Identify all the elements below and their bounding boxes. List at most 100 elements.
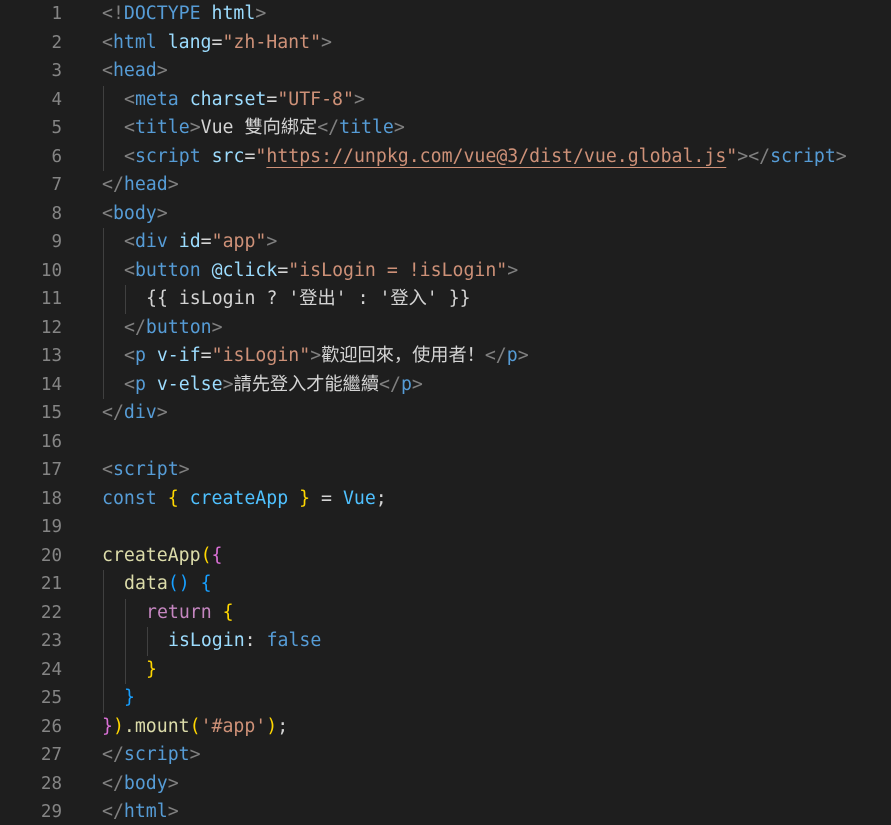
code-token: > [393, 117, 405, 138]
line-number: 27 [40, 745, 62, 765]
code-line[interactable]: 15 </div> [0, 399, 891, 428]
code-line[interactable]: 29 </html> [0, 798, 891, 825]
code-line[interactable]: 2 <html lang="zh-Hant"> [0, 29, 891, 58]
code-text: {{ isLogin ? '登出' : '登入' }} [146, 285, 471, 314]
code-token: title [339, 117, 394, 138]
code-token: body [112, 202, 157, 224]
code-line[interactable]: 19 [0, 513, 891, 542]
code-text: </script> [102, 741, 201, 770]
code-line[interactable]: 5 <title>Vue 雙向綁定</title> [0, 114, 891, 143]
code-line[interactable]: 14 <p v-else>請先登入才能繼續</p> [0, 370, 891, 399]
code-token: = [244, 145, 256, 167]
indent-guide [103, 570, 104, 599]
code-line[interactable]: 6 <script src="https://unpkg.com/vue@3/di… [0, 142, 891, 172]
code-text: <html lang="zh-Hant"> [102, 29, 332, 58]
line-number: 4 [51, 89, 62, 110]
code-text: <button @click="isLogin = !isLogin"> [124, 257, 518, 286]
indent-guide [103, 114, 104, 143]
indent-guide [147, 627, 148, 656]
code-token: > [156, 60, 168, 81]
code-token: v-if [156, 345, 201, 366]
editor-lines: 1 <!DOCTYPE html> 2 <html lang="zh-Hant"> 3 <… [0, 0, 891, 825]
indent-guide [103, 85, 104, 114]
code-line[interactable]: 10 <button @click="isLogin = !isLogin"> [0, 256, 891, 286]
code-text: isLogin: false [168, 627, 321, 656]
line-number: 14 [40, 374, 62, 395]
code-line[interactable]: 21 data() { [0, 570, 891, 599]
code-token: " [726, 145, 738, 167]
line-number: 9 [51, 232, 62, 252]
code-text: <script src="https://unpkg.com/vue@3/dis… [124, 143, 847, 172]
code-token: </ [379, 373, 401, 395]
code-token: button [134, 259, 212, 281]
code-line[interactable]: 3 <head> [0, 57, 891, 86]
line-number: 23 [40, 631, 62, 651]
code-text: <!DOCTYPE html> [102, 0, 266, 29]
code-token: > [211, 316, 223, 338]
code-token: </ [102, 801, 124, 822]
code-text: const { createApp } = Vue; [102, 485, 387, 514]
code-token: script [123, 744, 190, 765]
line-number: 26 [40, 716, 62, 737]
code-token: html [112, 31, 168, 53]
code-token: 請先登入才能繼續 [233, 373, 380, 395]
code-token: '#app' [200, 715, 267, 737]
code-token: </ [124, 316, 146, 338]
code-line[interactable]: 25} [0, 684, 891, 713]
code-token: < [124, 145, 135, 167]
code-line[interactable]: 28 </body> [0, 770, 891, 799]
line-number: 22 [40, 602, 62, 623]
code-token: isLogin [168, 630, 245, 651]
code-token: ) [112, 715, 124, 737]
code-token: > [167, 772, 179, 794]
code-line[interactable]: 8 <body> [0, 200, 891, 229]
code-token: = [277, 259, 289, 281]
indent-guide [103, 598, 104, 627]
code-line[interactable]: 17 <script> [0, 456, 891, 485]
code-token: DOCTYPE [123, 3, 212, 24]
line-number: 28 [40, 773, 62, 794]
code-line[interactable]: 20 createApp({ [0, 542, 891, 571]
code-token: < [124, 231, 135, 252]
line-number: 5 [51, 118, 62, 138]
code-line[interactable]: 13 <p v-if="isLogin">歡迎回來，使用者！</p> [0, 342, 891, 371]
code-token: > [189, 117, 201, 138]
code-editor[interactable]: 1 <!DOCTYPE html> 2 <html lang="zh-Hant"> 3 <… [0, 0, 891, 825]
code-line[interactable]: 23 isLogin: false [0, 627, 891, 656]
code-line[interactable]: 18 const { createApp } = Vue; [0, 485, 891, 514]
line-number: 11 [40, 289, 62, 309]
code-token: > [178, 459, 190, 480]
line-number: 3 [51, 61, 62, 81]
code-line[interactable]: 1 <!DOCTYPE html> [0, 0, 891, 29]
code-token: { [167, 487, 190, 509]
code-token: () [167, 573, 201, 594]
line-number: 12 [40, 317, 62, 338]
indent-guide [103, 285, 104, 314]
code-line[interactable]: 16 [0, 428, 891, 457]
code-token: {{ isLogin ? '登出' : '登入' }} [146, 288, 471, 309]
code-token: < [102, 459, 113, 480]
code-line[interactable]: 9 <div id="app"> [0, 228, 891, 257]
code-token[interactable]: https://unpkg.com/vue@3/dist/vue.global.… [266, 146, 726, 167]
code-token: Vue 雙向綁定 [200, 117, 318, 138]
code-line[interactable]: 26}).mount('#app'); [0, 713, 891, 742]
code-line[interactable]: 22 return { [0, 598, 891, 627]
code-text: <title>Vue 雙向綁定</title> [124, 114, 405, 143]
code-line[interactable]: 11 {{ isLogin ? '登出' : '登入' }} [0, 285, 891, 314]
line-number: 15 [40, 403, 62, 423]
code-token: p [134, 373, 157, 395]
indent-guide [125, 598, 126, 627]
line-number: 6 [51, 146, 62, 167]
code-line[interactable]: 24} [0, 655, 891, 684]
code-line[interactable]: 27 </script> [0, 741, 891, 770]
indent-guide [103, 142, 104, 171]
code-token: > [517, 345, 529, 366]
line-number: 16 [40, 431, 62, 452]
code-line[interactable]: 7 </head> [0, 171, 891, 200]
code-token: data [124, 573, 168, 594]
code-text: } [124, 684, 135, 713]
code-line[interactable]: 4 <meta charset="UTF-8"> [0, 85, 891, 114]
code-line[interactable]: 12 </button> [0, 313, 891, 343]
code-text: </button> [124, 314, 223, 343]
code-token: head [112, 60, 157, 81]
